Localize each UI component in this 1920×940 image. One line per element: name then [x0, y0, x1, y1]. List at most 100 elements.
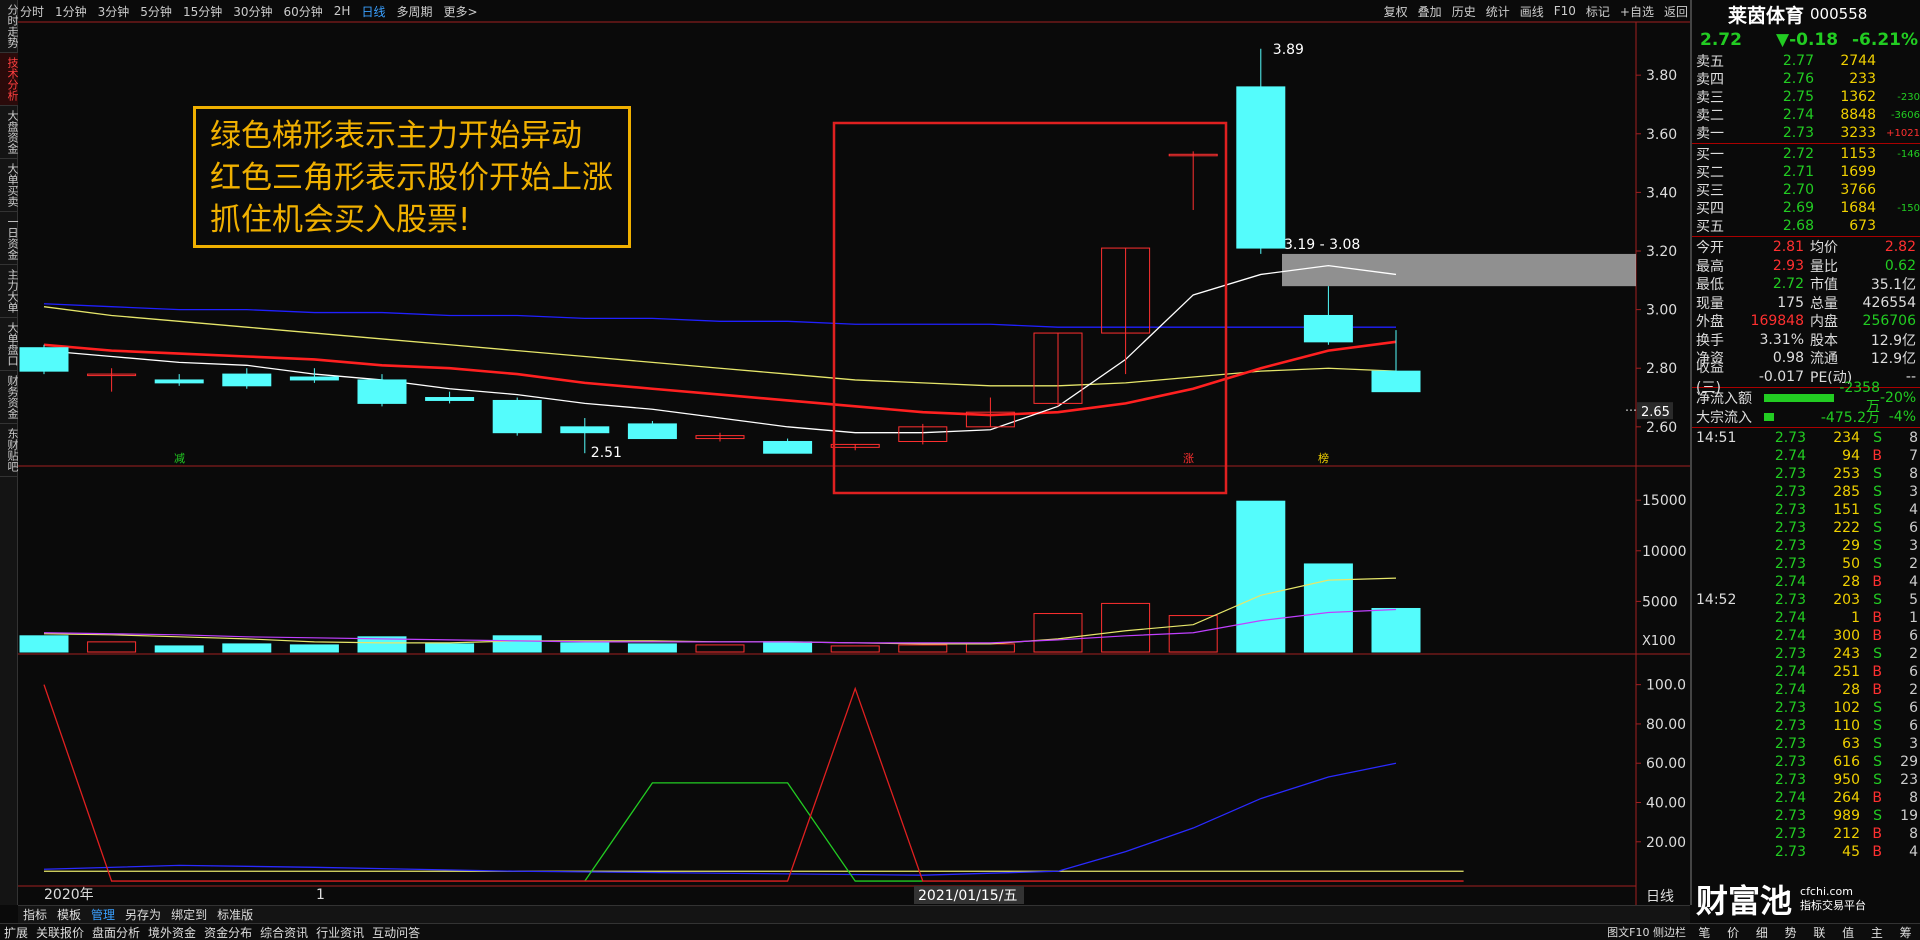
tick-price: 2.73	[1774, 592, 1806, 608]
ask-row-3[interactable]: 卖二 2.74 8848 -3606	[1692, 106, 1920, 124]
status-item-1[interactable]: 关联报价	[32, 924, 88, 940]
ask-row-1[interactable]: 卖四 2.76 233	[1692, 70, 1920, 88]
candle-body[interactable]	[289, 376, 339, 381]
candle-body[interactable]	[1371, 370, 1421, 393]
ob-volume: 233	[1849, 71, 1876, 87]
bid-row-2[interactable]: 买三 2.70 3766	[1692, 181, 1920, 199]
indicator-tab-2[interactable]: 管理	[86, 906, 120, 923]
tick-volume: 102	[1833, 700, 1860, 716]
tick-side: S	[1873, 646, 1882, 662]
bid-row-0[interactable]: 买一 2.72 1153 -146	[1692, 145, 1920, 163]
status-item-0[interactable]: 扩展	[0, 924, 32, 940]
stat-key: 总量	[1810, 295, 1838, 312]
ask-row-0[interactable]: 卖五 2.77 2744	[1692, 52, 1920, 70]
volume-bar	[19, 635, 69, 653]
quote-tab-6[interactable]: 主	[1863, 924, 1892, 940]
tick-list[interactable]: 14:51 2.73 234 S 8 2.74 94 B 7 2.73 253 S 8 2.73 285 S 3…	[1692, 429, 1920, 861]
candle-body[interactable]	[222, 373, 272, 387]
quote-tab-3[interactable]: 势	[1776, 924, 1805, 940]
price-tick-label: 3.40	[1646, 185, 1677, 201]
indicator-tab-4[interactable]: 绑定到	[166, 906, 212, 923]
quote-tab-2[interactable]: 细	[1748, 924, 1777, 940]
candle-body[interactable]	[1303, 314, 1353, 343]
stat-key: 现量	[1696, 295, 1724, 312]
ask-row-4[interactable]: 卖一 2.73 3233 +1021	[1692, 124, 1920, 142]
ob-price: 2.70	[1782, 182, 1814, 198]
volume-bar	[1236, 500, 1286, 653]
quote-tab-4[interactable]: 联	[1805, 924, 1834, 940]
marker-bang: 榜	[1318, 451, 1329, 465]
candle-body[interactable]	[1236, 86, 1286, 249]
bid-row-4[interactable]: 买五 2.68 673	[1692, 217, 1920, 235]
stat-value: 426554	[1862, 294, 1916, 311]
candle-body[interactable]	[425, 397, 475, 401]
tick-volume: 28	[1842, 682, 1860, 698]
stat-value: 2.93	[1772, 257, 1804, 274]
indicator-tab-0[interactable]: 指标	[18, 906, 52, 923]
tick-row: 2.74 300 B 6	[1692, 627, 1920, 645]
tick-row: 2.73 243 S 2	[1692, 645, 1920, 663]
tick-side: S	[1873, 484, 1882, 500]
candle-body[interactable]	[627, 423, 677, 440]
candle-body[interactable]	[763, 440, 813, 454]
price-row: 2.72 ▼-0.18 -6.21%	[1692, 28, 1920, 52]
tick-price: 2.74	[1774, 664, 1806, 680]
ob-change: -230	[1897, 91, 1920, 103]
bid-row-1[interactable]: 买二 2.71 1699	[1692, 163, 1920, 181]
quote-tab-7[interactable]: 筹	[1891, 924, 1920, 940]
ob-label: 买二	[1696, 165, 1724, 181]
status-item-4[interactable]: 资金分布	[200, 924, 256, 940]
quote-tab-1[interactable]: 价	[1719, 924, 1748, 940]
status-right-text[interactable]: 图文F10 侧边栏	[1607, 924, 1686, 940]
tick-row: 2.73 253 S 8	[1692, 465, 1920, 483]
stat-row: 收益(三) -0.017 PE(动) --	[1692, 360, 1920, 396]
bid-row-3[interactable]: 买四 2.69 1684 -150	[1692, 199, 1920, 217]
stat-value: 12.9亿	[1870, 351, 1916, 368]
tick-volume: 28	[1842, 574, 1860, 590]
stat-key: 均价	[1810, 240, 1838, 257]
watermark-side: cfchi.com 指标交易平台	[1800, 885, 1866, 913]
status-item-7[interactable]: 互动问答	[368, 924, 424, 940]
status-item-2[interactable]: 盘面分析	[88, 924, 144, 940]
tick-price: 2.73	[1774, 556, 1806, 572]
candle-body[interactable]	[492, 399, 542, 434]
status-item-3[interactable]: 境外资金	[144, 924, 200, 940]
tick-volume: 203	[1833, 592, 1860, 608]
tick-volume: 234	[1833, 430, 1860, 446]
candle-body[interactable]	[357, 379, 407, 404]
stat-key: 换手	[1696, 332, 1724, 349]
tick-volume: 285	[1833, 484, 1860, 500]
candle-body[interactable]	[560, 426, 610, 434]
price-tick-label: 3.20	[1646, 244, 1677, 260]
stat-row: 最低 2.72 市值 35.1亿	[1692, 275, 1920, 294]
tick-side: S	[1873, 466, 1882, 482]
status-item-5[interactable]: 综合资讯	[256, 924, 312, 940]
x-label-year: 2020年	[44, 887, 94, 903]
tick-side: S	[1873, 808, 1882, 824]
stat-value: 35.1亿	[1870, 277, 1916, 294]
tick-count: 8	[1909, 826, 1918, 842]
tick-row: 2.73 102 S 6	[1692, 699, 1920, 717]
status-item-6[interactable]: 行业资讯	[312, 924, 368, 940]
tick-price: 2.73	[1774, 772, 1806, 788]
indicator-tab-3[interactable]: 另存为	[120, 906, 166, 923]
ob-volume: 3233	[1840, 125, 1876, 141]
stat-value: 169848	[1750, 313, 1804, 330]
ask-row-2[interactable]: 卖三 2.75 1362 -230	[1692, 88, 1920, 106]
tick-side: S	[1873, 520, 1882, 536]
quote-header: 莱茵体育 000558	[1692, 0, 1920, 28]
tick-count: 5	[1909, 592, 1918, 608]
ind-tick-label: 80.00	[1646, 717, 1686, 733]
indicator-tab-1[interactable]: 模板	[52, 906, 86, 923]
volume-bar	[1033, 613, 1083, 653]
order-book: 卖五 2.77 2744 卖四 2.76 233 卖三 2.75 1362 -230 卖二 2.74 8…	[1692, 52, 1920, 237]
indicator-tab-5[interactable]: 标准版	[212, 906, 258, 923]
callout-line-3: 抓住机会买入股票!	[210, 202, 471, 238]
quote-tab-0[interactable]: 笔	[1690, 924, 1719, 940]
quote-tab-5[interactable]: 值	[1834, 924, 1863, 940]
candle-body[interactable]	[19, 347, 69, 372]
period-label: 日线	[1646, 889, 1674, 905]
ob-volume: 1153	[1840, 146, 1876, 162]
candle-body[interactable]	[154, 379, 204, 384]
stat-key: 今开	[1696, 240, 1724, 257]
